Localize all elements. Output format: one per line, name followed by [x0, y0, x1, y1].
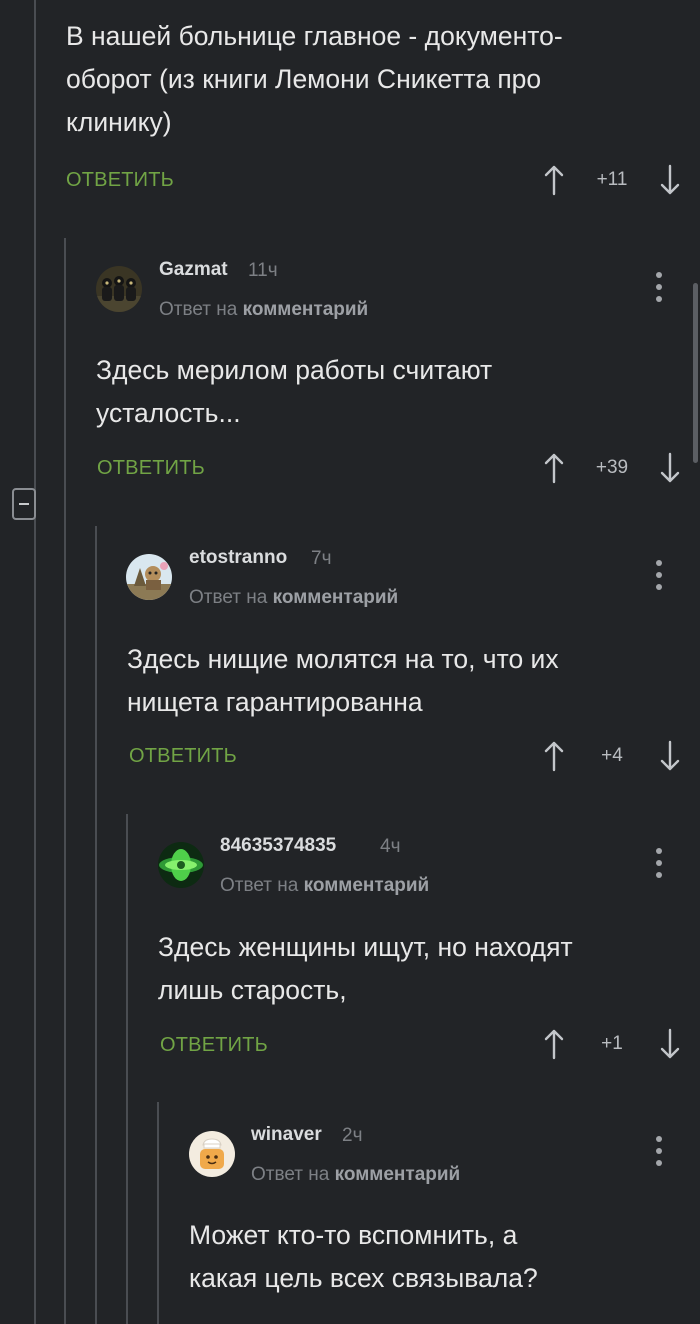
vote-score: +39: [595, 457, 629, 478]
vote-score: +1: [601, 1033, 623, 1054]
reply-to-prefix: Ответ на: [159, 299, 243, 320]
avatar[interactable]: [126, 554, 172, 600]
reply-to-meta: Ответ на комментарий: [220, 875, 429, 897]
down-arrow-icon[interactable]: [658, 452, 682, 484]
up-arrow-icon[interactable]: [542, 164, 566, 196]
username[interactable]: etostranno: [189, 547, 287, 569]
vote-control: +11: [542, 164, 682, 196]
reply-button[interactable]: ОТВЕТИТЬ: [160, 1033, 268, 1057]
reply-to-link[interactable]: комментарий: [304, 875, 430, 896]
more-vertical-icon[interactable]: [649, 846, 669, 880]
reply-button[interactable]: ОТВЕТИТЬ: [97, 456, 205, 480]
more-vertical-icon[interactable]: [649, 558, 669, 592]
comment-time: 11ч: [248, 260, 278, 281]
vote-control: +39: [542, 452, 682, 484]
up-arrow-icon[interactable]: [542, 452, 566, 484]
thread-line-level-0: [34, 0, 36, 1324]
comment-text: Здесь мерилом работы считают усталость..…: [96, 355, 493, 428]
more-vertical-icon[interactable]: [649, 270, 669, 304]
username[interactable]: Gazmat: [159, 259, 228, 281]
thread-line-level-1: [64, 238, 66, 1324]
reply-to-meta: Ответ на комментарий: [159, 299, 368, 321]
thread-line-level-4: [157, 1102, 159, 1324]
comment-text: Здесь женщины ищут, но находят лишь стар…: [158, 932, 573, 1005]
thread-line-level-2: [95, 526, 97, 1324]
reply-to-meta: Ответ на комментарий: [251, 1164, 460, 1186]
vote-control: +1: [542, 1028, 682, 1060]
reply-to-prefix: Ответ на: [189, 587, 273, 608]
more-vertical-icon[interactable]: [649, 1134, 669, 1168]
up-arrow-icon[interactable]: [542, 1028, 566, 1060]
reply-to-link[interactable]: комментарий: [273, 587, 399, 608]
vote-control: +4: [542, 740, 682, 772]
vote-score: +4: [601, 745, 623, 766]
comment-text: В нашей больнице главное - документо- об…: [66, 21, 563, 137]
comment-text: Здесь нищие молятся на то, что их нищета…: [127, 644, 559, 717]
avatar[interactable]: [96, 266, 142, 312]
thread-line-level-3: [126, 814, 128, 1324]
reply-to-link[interactable]: комментарий: [243, 299, 369, 320]
reply-button[interactable]: ОТВЕТИТЬ: [129, 744, 237, 768]
comment-time: 4ч: [380, 836, 401, 857]
down-arrow-icon[interactable]: [658, 164, 682, 196]
username[interactable]: 84635374835: [220, 835, 336, 857]
avatar[interactable]: [189, 1131, 235, 1177]
comment-time: 7ч: [311, 548, 332, 569]
comment-time: 2ч: [342, 1125, 363, 1146]
up-arrow-icon[interactable]: [542, 740, 566, 772]
collapse-thread-button[interactable]: [12, 488, 36, 520]
reply-to-meta: Ответ на комментарий: [189, 587, 398, 609]
down-arrow-icon[interactable]: [658, 740, 682, 772]
down-arrow-icon[interactable]: [658, 1028, 682, 1060]
comment-text: Может кто-то вспомнить, а какая цель все…: [189, 1220, 538, 1293]
reply-to-prefix: Ответ на: [220, 875, 304, 896]
avatar[interactable]: [158, 842, 204, 888]
reply-button[interactable]: ОТВЕТИТЬ: [66, 168, 174, 192]
username[interactable]: winaver: [251, 1124, 322, 1146]
vote-score: +11: [596, 169, 628, 190]
reply-to-link[interactable]: комментарий: [335, 1164, 461, 1185]
reply-to-prefix: Ответ на: [251, 1164, 335, 1185]
collapse-minus-icon: [19, 503, 29, 505]
scrollbar[interactable]: [693, 283, 698, 463]
